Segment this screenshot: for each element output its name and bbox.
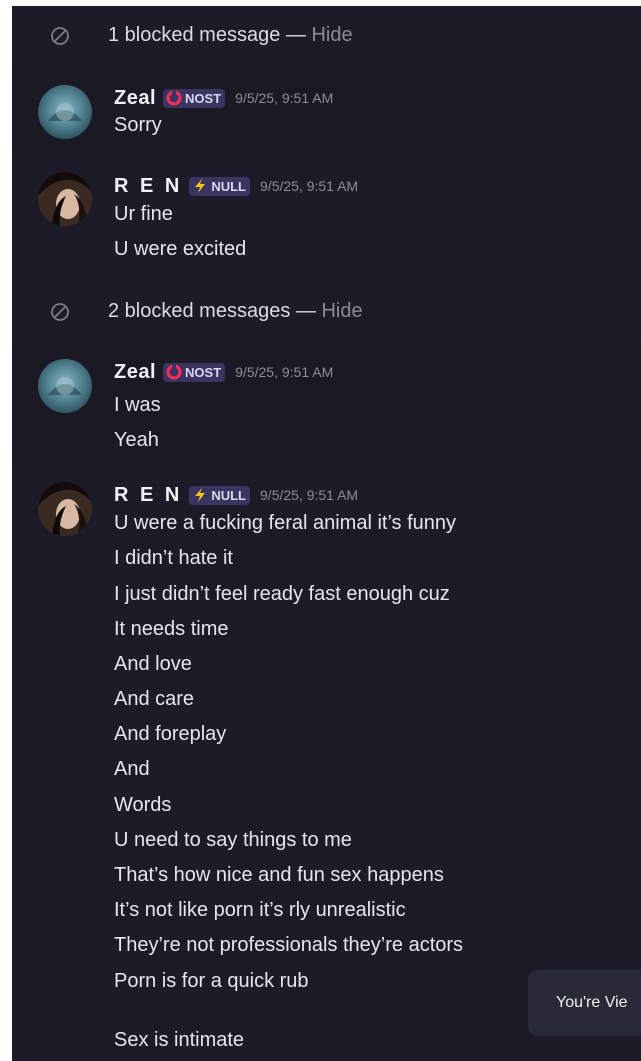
message-text: Ur fine [114,203,173,225]
avatar[interactable] [38,359,92,413]
author-name[interactable]: R E N [114,175,182,198]
message-text: Yeah [114,429,159,451]
toast-text: You're Vie [556,994,628,1011]
message-text: Sorry [114,114,162,136]
message-text: Sex is intimate [114,1029,245,1051]
blocked-messages-row: 2 blocked messages — Hide [12,282,641,341]
message-text: And love [114,653,192,675]
blocked-label: 1 blocked message — Hide [108,24,353,46]
lightning-icon [191,487,209,503]
message-text: I was [114,394,161,416]
message-group: Zeal NOST 9/5/25, 9:51 AM Sorry [12,65,641,151]
timestamp: 9/5/25, 9:51 AM [235,90,334,106]
hide-link[interactable]: Hide [311,24,352,46]
avatar[interactable] [38,482,92,536]
clan-badge[interactable]: NULL [189,176,251,196]
message-text: I didn’t hate it [114,547,233,569]
chat-panel: 1 blocked message — Hide Zeal NOST 9/5/2… [12,6,641,1061]
author-name[interactable]: R E N [114,484,182,507]
message-group: Zeal NOST 9/5/25, 9:51 AM I was Yeah [12,341,641,460]
blocked-icon [50,302,70,322]
blocked-label: 2 blocked messages — Hide [108,300,363,322]
author-name[interactable]: Zeal [114,361,156,384]
timestamp: 9/5/25, 9:51 AM [235,364,334,380]
clan-badge[interactable]: NOST [163,88,226,108]
message-text: I just didn’t feel ready fast enough cuz [114,583,450,605]
message-text: And care [114,688,195,710]
timestamp: 9/5/25, 9:51 AM [260,178,359,194]
message-text: U were a fucking feral animal it’s funny [114,512,457,534]
message-text: They’re not professionals they’re actors [114,934,464,956]
message-text: That’s how nice and fun sex happens [114,864,444,886]
lightning-icon [191,178,209,194]
message-text: Words [114,794,172,816]
message-text: And foreplay [114,723,227,745]
red-ring-icon [165,364,183,380]
avatar[interactable] [38,172,92,226]
blocked-icon [50,26,70,46]
blocked-messages-row: 1 blocked message — Hide [12,6,641,65]
avatar[interactable] [38,85,92,139]
message-text: Porn is for a quick rub [114,970,309,992]
message-text: It’s not like porn it’s rly unrealistic [114,899,406,921]
message-text: U need to say things to me [114,829,352,851]
message-text: And [114,758,150,780]
message-text: U were excited [114,238,247,260]
viewing-toast[interactable]: You're Vie [528,970,641,1036]
clan-badge[interactable]: NOST [163,362,226,382]
message-group: R E N NULL 9/5/25, 9:51 AM Ur fine U wer… [12,151,641,282]
timestamp: 9/5/25, 9:51 AM [260,487,359,503]
hide-link[interactable]: Hide [321,300,362,322]
author-name[interactable]: Zeal [114,87,156,110]
red-ring-icon [165,90,183,106]
message-text: It needs time [114,618,229,640]
clan-badge[interactable]: NULL [189,485,251,505]
